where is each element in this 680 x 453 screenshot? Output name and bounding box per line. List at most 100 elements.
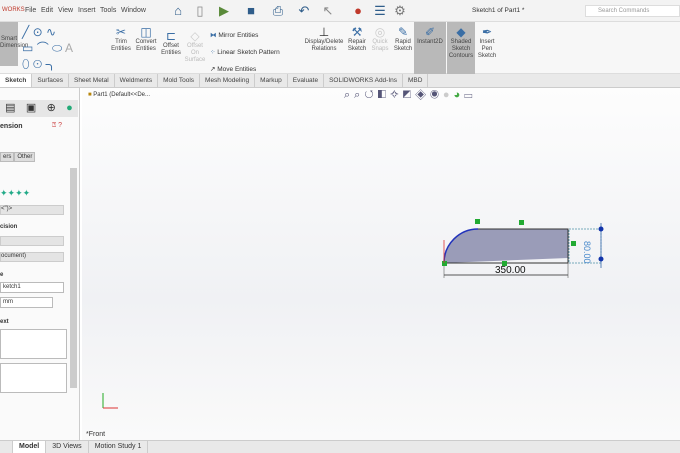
instant2d-icon: ✐ xyxy=(424,25,436,39)
menu-view[interactable]: View xyxy=(58,7,73,14)
spline-icon[interactable]: ∿ xyxy=(46,25,56,39)
feature-manager-tab[interactable]: ▤ xyxy=(5,100,15,117)
tab-surfaces[interactable]: Surfaces xyxy=(32,74,69,87)
circle-icon[interactable]: ⊙ xyxy=(33,25,43,39)
line-icon[interactable]: ╱ xyxy=(22,25,29,39)
menu-edit[interactable]: Edit xyxy=(41,7,53,14)
command-tabs: Sketch Surfaces Sheet Metal Weldments Mo… xyxy=(0,74,680,88)
tab-markup[interactable]: Markup xyxy=(255,74,288,87)
options-gear-icon[interactable]: ⚙ xyxy=(392,3,408,19)
tab-scroll[interactable] xyxy=(0,441,13,453)
menu-file[interactable]: File xyxy=(25,7,36,14)
home-icon[interactable]: ⌂ xyxy=(170,3,186,19)
insert-pen-sketch-button[interactable]: ✒ Insert Pen Sketch xyxy=(476,25,498,60)
property-manager-tab[interactable]: ▣ xyxy=(26,100,36,117)
panel-scrollbar[interactable] xyxy=(70,168,77,388)
file-properties-icon[interactable]: ☰ xyxy=(372,3,388,19)
offset-surface-label: Offset On Surface xyxy=(184,43,206,63)
unit-precision-dropdown[interactable]: ocument) xyxy=(0,252,64,262)
sketch-canvas[interactable] xyxy=(82,88,680,440)
offset-on-surface-button[interactable]: ◇ Offset On Surface xyxy=(184,29,206,64)
relations-icon: ⊥ xyxy=(318,25,330,39)
slot-icon[interactable]: ⬯ xyxy=(22,57,30,71)
height-dimension[interactable]: 80.00 xyxy=(582,241,592,264)
sketch-tools-grid[interactable]: ╱ ⊙ ∿ ▭ ⌒ ⬭ A ⬯ ⊙ ╮ xyxy=(22,24,107,72)
trim-entities-button[interactable]: ✂ Trim Entities xyxy=(110,25,132,53)
shaded-contours-icon: ◆ xyxy=(456,25,466,39)
tab-mbd[interactable]: MBD xyxy=(403,74,429,87)
shaded-sketch-contours-button[interactable]: ◆ Shaded Sketch Contours xyxy=(447,22,475,74)
tab-mold-tools[interactable]: Mold Tools xyxy=(158,74,201,87)
quick-snaps-button[interactable]: ◎ Quick Snaps xyxy=(370,25,390,53)
dimension-handle[interactable] xyxy=(598,226,604,232)
tab-addins[interactable]: SOLIDWORKS Add-Ins xyxy=(324,74,404,87)
subtab-leaders[interactable]: ers xyxy=(0,152,15,162)
appearance-tab[interactable]: ● xyxy=(66,100,73,117)
arc-icon[interactable]: ⌒ xyxy=(37,41,49,55)
tab-mesh-modeling[interactable]: Mesh Modeling xyxy=(200,74,256,87)
offset-entities-button[interactable]: ⊏ Offset Entities xyxy=(160,29,182,57)
undo-icon[interactable]: ↶ xyxy=(296,3,312,19)
save-icon[interactable]: ■ xyxy=(243,3,259,19)
document-label: ocument) xyxy=(1,253,27,259)
rectangle-icon[interactable]: ▭ xyxy=(22,41,33,55)
linear-pattern-button[interactable]: ⁘ Linear Sketch Pattern xyxy=(210,44,280,61)
subtab-other[interactable]: Other xyxy=(14,152,36,162)
search-commands-input[interactable]: Search Commands xyxy=(585,5,680,17)
text-icon[interactable]: A xyxy=(65,41,73,55)
rebuild-icon[interactable]: ● xyxy=(350,3,366,19)
dimension-handle[interactable] xyxy=(598,256,604,262)
help-icon[interactable]: ⍰ ? xyxy=(52,122,62,130)
convert-entities-button[interactable]: ◫ Convert Entities xyxy=(134,25,158,53)
rapid-sketch-button[interactable]: ✎ Rapid Sketch xyxy=(392,25,414,53)
width-dimension[interactable]: 350.00 xyxy=(495,265,526,276)
print-icon[interactable]: ⎙ xyxy=(270,3,286,19)
open-icon[interactable]: ▶ xyxy=(216,3,232,19)
relations-label: Display/Delete Relations xyxy=(304,39,344,52)
primary-value-name-field[interactable]: ketch1 xyxy=(0,282,64,293)
fillet-icon[interactable]: ╮ xyxy=(46,57,58,71)
dimension-text-area[interactable] xyxy=(0,329,67,359)
rapid-sketch-icon: ✎ xyxy=(397,25,409,39)
tab-weldments[interactable]: Weldments xyxy=(115,74,159,87)
menu-tools[interactable]: Tools xyxy=(100,7,116,14)
repair-sketch-button[interactable]: ⚒ Repair Sketch xyxy=(346,25,368,53)
convert-label: Convert Entities xyxy=(135,39,157,52)
shaded-contour xyxy=(444,229,568,263)
tolerance-dropdown[interactable]: <")> xyxy=(0,205,64,215)
bottom-tabs: Model 3D Views Motion Study 1 xyxy=(0,440,680,453)
display-delete-relations-button[interactable]: ⊥ Display/Delete Relations xyxy=(302,25,346,53)
ellipse-icon[interactable]: ⬭ xyxy=(52,41,62,55)
dimension-text-area-2[interactable] xyxy=(0,363,67,393)
precision-dropdown[interactable] xyxy=(0,236,64,246)
polygon-icon[interactable]: ⊙ xyxy=(33,57,42,71)
configuration-tab[interactable]: ⊕ xyxy=(47,100,56,117)
offset-label: Offset Entities xyxy=(161,43,181,56)
app-logo: WORKS xyxy=(2,7,25,13)
new-document-icon[interactable]: ▯ xyxy=(192,3,208,19)
primary-value-field[interactable]: mm xyxy=(0,297,53,308)
graphics-area[interactable]: ■ Part1 (Default<<De... ⌕⌕↺◧✧◩◈◉●◕▭ 350.… xyxy=(82,88,680,440)
tab-model[interactable]: Model xyxy=(13,441,47,453)
quick-snaps-label: Quick Snaps xyxy=(371,39,389,52)
tab-sheet-metal[interactable]: Sheet Metal xyxy=(69,74,115,87)
quick-snaps-icon: ◎ xyxy=(374,25,386,39)
instant2d-button[interactable]: ✐ Instant2D xyxy=(414,22,446,74)
select-icon[interactable]: ↖ xyxy=(320,3,336,19)
trim-label: Trim Entities xyxy=(111,39,131,52)
mirror-entities-button[interactable]: ⧓ Mirror Entities xyxy=(210,27,280,44)
smart-dimension-button[interactable]: Smart Dimension xyxy=(0,22,28,66)
shaded-label: Shaded Sketch Contours xyxy=(448,39,474,59)
pattern-group: ⧓ Mirror Entities ⁘ Linear Sketch Patter… xyxy=(210,27,280,78)
tab-3d-views[interactable]: 3D Views xyxy=(46,441,89,453)
search-placeholder: Search Commands xyxy=(598,8,650,14)
style-icons[interactable]: ✦✦✦✦ xyxy=(0,188,30,199)
menu-insert[interactable]: Insert xyxy=(78,7,96,14)
tolerance-value: <")> xyxy=(1,206,13,212)
tab-evaluate[interactable]: Evaluate xyxy=(288,74,325,87)
dimension-text-section: ext xyxy=(0,319,9,325)
property-manager: ▤ ▣ ⊕ ● ension ⍰ ? ers Other ✦✦✦✦ <")> cisi… xyxy=(0,88,80,440)
menu-window[interactable]: Window xyxy=(121,7,146,14)
tab-motion-study[interactable]: Motion Study 1 xyxy=(89,441,149,453)
tab-sketch[interactable]: Sketch xyxy=(0,74,33,87)
